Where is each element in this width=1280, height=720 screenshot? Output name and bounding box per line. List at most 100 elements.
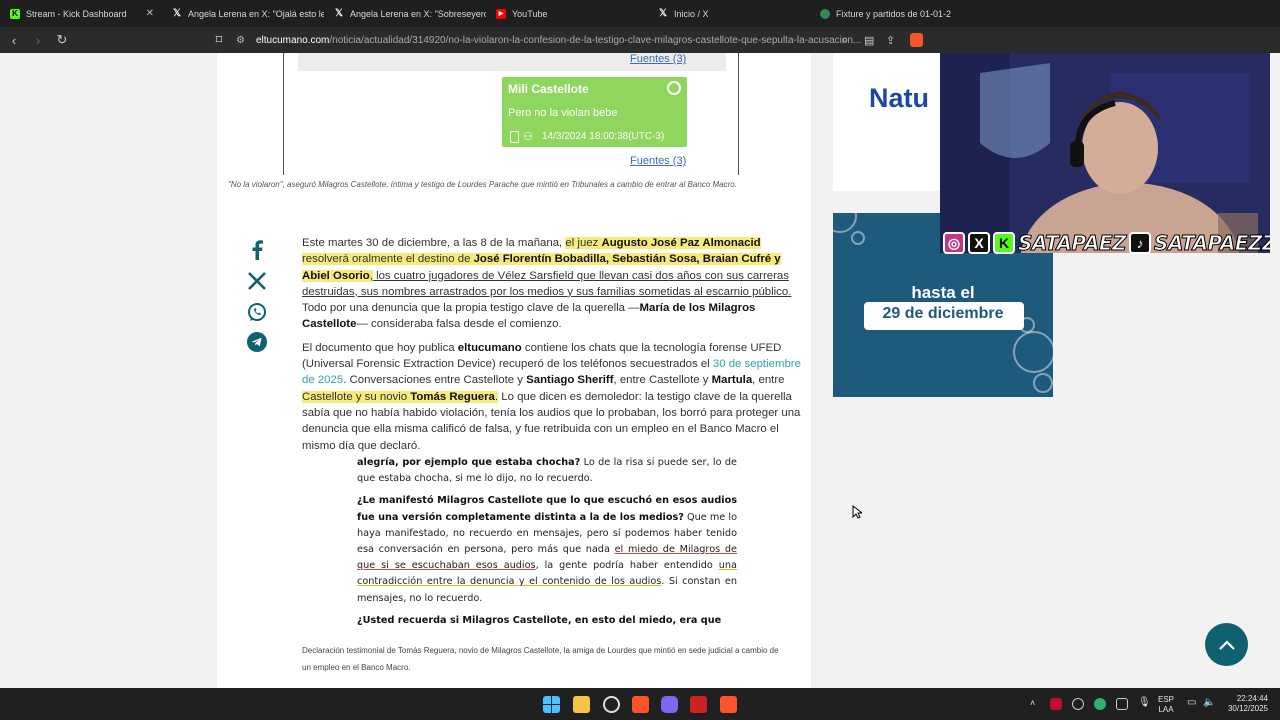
microphone-icon[interactable]: 🎙 bbox=[1138, 698, 1151, 708]
promo-line-1: hasta el bbox=[911, 283, 975, 302]
bookmark-icon[interactable]: ⌑ bbox=[209, 32, 229, 48]
scroll-to-top-button[interactable] bbox=[1205, 623, 1248, 666]
tab-title: Inicio / X bbox=[674, 8, 709, 19]
brave-shield-icon[interactable] bbox=[910, 33, 923, 47]
underlined-text: los cuatro jugadores de Vélez Sarsfield … bbox=[302, 269, 792, 298]
chat-message: Pero no la violan bebe bbox=[508, 107, 618, 119]
lang-code: ESP bbox=[1158, 695, 1175, 704]
doc-paragraph-1: ¿Le manifestó Milagros Castellote que lo… bbox=[357, 493, 737, 606]
tab-x-angela-1[interactable]: 𝕏 Angela Lerena en X: "Ojalá esto les c bbox=[162, 0, 324, 27]
site-settings-icon[interactable]: ⚙ bbox=[236, 35, 245, 46]
share-whatsapp[interactable] bbox=[247, 302, 267, 322]
lang-layout: LAA bbox=[1158, 705, 1174, 714]
article: Fuentes (3) Mili Castellote Pero no la v… bbox=[217, 53, 811, 688]
chevron-up-icon bbox=[1218, 639, 1235, 650]
clock-time: 22:24:44 bbox=[1236, 694, 1268, 703]
tray-app-icon[interactable] bbox=[1050, 698, 1062, 710]
copilot-icon[interactable] bbox=[661, 696, 678, 713]
whatsapp-icon bbox=[248, 303, 266, 321]
kick-icon: K bbox=[10, 8, 20, 19]
brave-icon[interactable] bbox=[632, 696, 649, 713]
language-indicator[interactable]: ESP LAA bbox=[1158, 695, 1174, 715]
phone-icon bbox=[510, 131, 519, 143]
url-host: eltucumano.com bbox=[256, 34, 330, 46]
text-run: El documento que hoy publica bbox=[302, 341, 458, 354]
doc-paragraph-2: ¿Usted recuerda si Milagros Castellote, … bbox=[357, 613, 737, 629]
tab-x-angela-2[interactable]: 𝕏 Angela Lerena en X: "Sobreseyeron a bbox=[324, 0, 486, 27]
network-icon[interactable]: ▭ bbox=[1187, 698, 1196, 708]
obs-icon[interactable] bbox=[603, 696, 620, 713]
contact-icon bbox=[667, 81, 681, 95]
windows-start-icon[interactable] bbox=[543, 696, 560, 713]
text-run: Todo por una denuncia que la propia test… bbox=[302, 302, 640, 315]
bubble-decoration bbox=[1013, 331, 1053, 373]
tab-title: Fixture y partidos de 01-01-2 bbox=[836, 8, 952, 19]
youtube-icon: ▶ bbox=[496, 8, 506, 19]
tab-title: YouTube bbox=[512, 8, 548, 19]
x-icon: 𝕏 bbox=[172, 8, 182, 19]
promo-line-2: 29 de diciembre bbox=[882, 305, 1004, 322]
doc-question: ¿Usted recuerda si Milagros Castellote, … bbox=[357, 614, 722, 626]
tiktok-icon: ♪ bbox=[1129, 232, 1152, 254]
image-caption: "No la violaron", aseguró Milagros Caste… bbox=[228, 180, 737, 189]
contacts-icon: ⚇ bbox=[523, 131, 533, 143]
address-bar[interactable]: ⚙ eltucumano.com/noticia/actualidad/3149… bbox=[230, 30, 940, 50]
taskbar: ˄ 🎙 ESP LAA ▭ 🔈 22:24:44 30/12/2025 bbox=[0, 688, 1280, 720]
natura-ad[interactable]: Natu bbox=[833, 53, 943, 191]
volume-icon[interactable]: 🔈 bbox=[1203, 698, 1215, 708]
handle-text: SATAPAEZZ bbox=[1154, 231, 1278, 256]
share-telegram[interactable] bbox=[247, 332, 267, 352]
chevron-up-icon[interactable]: ˄ bbox=[1030, 698, 1035, 708]
social-overlay: ◎ X K SATAPAEZ ♪ SATAPAEZZ bbox=[943, 229, 1278, 257]
text-run: el juez bbox=[565, 237, 602, 249]
webcam-overlay bbox=[940, 53, 1280, 253]
tab-youtube[interactable]: ▶ YouTube bbox=[486, 0, 648, 27]
zoom-icon[interactable]: ⌕ bbox=[842, 34, 848, 47]
instagram-icon: ◎ bbox=[943, 232, 965, 254]
share-facebook[interactable] bbox=[247, 240, 267, 260]
person-name: Tomás Reguera bbox=[410, 390, 495, 403]
handle-text: SATAPAEZ bbox=[1017, 231, 1127, 256]
text-run: Este martes 30 de diciembre, a las 8 de … bbox=[302, 237, 566, 249]
brave-icon[interactable] bbox=[720, 696, 737, 713]
tab-title: Angela Lerena en X: "Sobreseyeron a bbox=[350, 8, 486, 19]
clock[interactable]: 22:24:44 30/12/2025 bbox=[1222, 694, 1268, 714]
page-scrollbar[interactable] bbox=[1270, 53, 1280, 688]
fuentes-link[interactable]: Fuentes (3) bbox=[630, 53, 686, 65]
forward-icon[interactable]: › bbox=[28, 33, 48, 48]
share-icon[interactable]: ⇪ bbox=[886, 34, 895, 47]
person-name: Santiago Sheriff bbox=[526, 374, 614, 387]
tab-kick-dashboard[interactable]: K Stream - Kick Dashboard ✕ bbox=[0, 0, 162, 27]
tab-fixture[interactable]: Fixture y partidos de 01-01-2 bbox=[810, 0, 972, 27]
doc-paragraph-0: alegría, por ejemplo que estaba chocha? … bbox=[357, 455, 737, 487]
share-x[interactable] bbox=[247, 271, 267, 291]
document-caption: Declaración testimonial de Tomás Reguera… bbox=[302, 646, 779, 672]
browser-toolbar: ‹ › ↻ ⌑ ⚙ eltucumano.com/noticia/actuali… bbox=[0, 27, 1280, 53]
close-icon[interactable]: ✕ bbox=[146, 8, 154, 19]
reload-icon[interactable]: ↻ bbox=[52, 32, 72, 48]
chat-timestamp: 14/3/2024 18:00:38(UTC-3) bbox=[542, 131, 665, 142]
tray-app-icon[interactable] bbox=[1094, 698, 1106, 710]
app-icon[interactable] bbox=[690, 696, 707, 713]
tab-title: Angela Lerena en X: "Ojalá esto les c bbox=[188, 8, 324, 19]
text-run: Castellote y su novio bbox=[302, 390, 411, 403]
paragraph-2: El documento que hoy publica eltucumano … bbox=[302, 340, 802, 454]
person-name: Martula bbox=[711, 374, 753, 387]
back-icon[interactable]: ‹ bbox=[4, 33, 24, 48]
doc-question: ¿Le manifestó Milagros Castellote que lo… bbox=[357, 495, 737, 523]
bubble-decoration bbox=[851, 231, 865, 245]
tray-app-icon[interactable] bbox=[1116, 698, 1128, 710]
reader-icon[interactable]: ▤ bbox=[864, 34, 874, 47]
chat-bubble: Mili Castellote Pero no la violan bebe ⚇… bbox=[502, 77, 687, 147]
tray-app-icon[interactable] bbox=[1072, 698, 1084, 710]
doc-answer: , la gente podría haber entendido bbox=[535, 560, 719, 572]
text-run: , entre Castellote y bbox=[613, 374, 712, 387]
kick-icon: K bbox=[993, 232, 1015, 254]
file-explorer-icon[interactable] bbox=[573, 696, 590, 713]
fuentes-link[interactable]: Fuentes (3) bbox=[630, 155, 686, 167]
text-run: — consideraba falsa desde el comienzo. bbox=[356, 318, 562, 331]
facebook-icon bbox=[252, 240, 263, 260]
x-icon: 𝕏 bbox=[334, 8, 344, 19]
url-path: /noticia/actualidad/314920/no-la-violaro… bbox=[329, 34, 862, 46]
tab-x-inicio[interactable]: 𝕏 Inicio / X bbox=[648, 0, 810, 27]
